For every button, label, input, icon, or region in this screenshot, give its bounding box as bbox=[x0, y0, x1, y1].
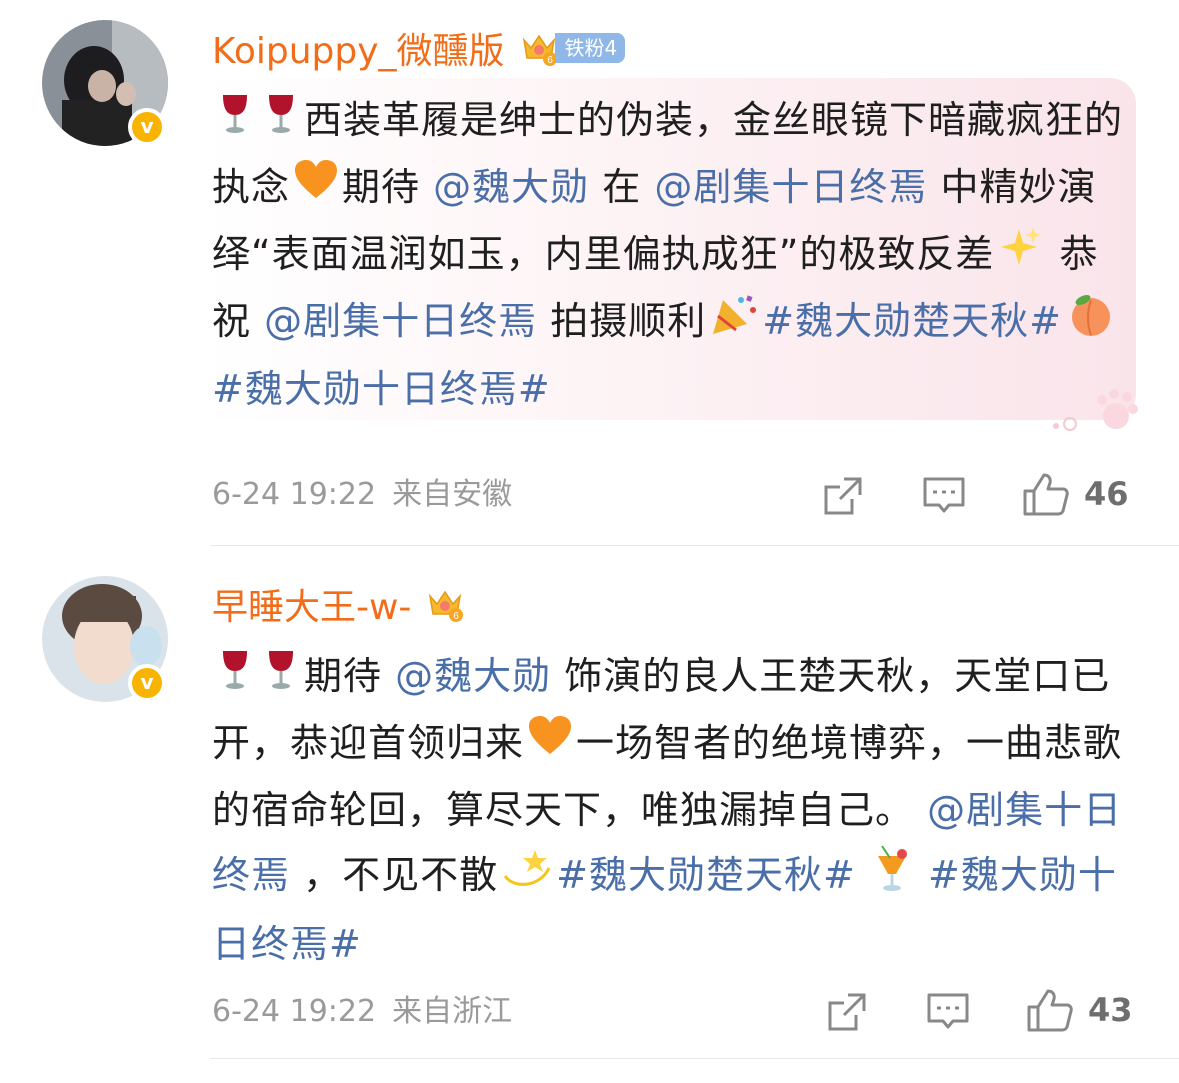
comment-date: 6-24 19:22 bbox=[212, 994, 377, 1029]
comment-meta: 6-24 19:22 来自安徽 bbox=[212, 475, 512, 515]
comment-text: 西装革履是绅士的伪装，金丝眼镜下暗藏疯狂的执念 期待 @魏大勋 在 @剧集十日终焉… bbox=[212, 88, 1132, 422]
like-icon bbox=[1027, 989, 1073, 1032]
mention-link[interactable]: @魏大勋 bbox=[395, 654, 551, 698]
verified-badge-icon: v bbox=[128, 664, 166, 702]
like-button[interactable]: 43 bbox=[1026, 988, 1133, 1032]
share-icon bbox=[824, 477, 862, 515]
verified-badge-icon: v bbox=[128, 108, 166, 146]
hashtag-link[interactable]: #魏大勋楚天秋# bbox=[556, 853, 856, 897]
like-count: 46 bbox=[1084, 475, 1129, 513]
share-button[interactable] bbox=[822, 474, 864, 518]
comment-button[interactable] bbox=[926, 990, 970, 1034]
divider bbox=[210, 1058, 1179, 1059]
comment-location: 来自安徽 bbox=[392, 477, 513, 512]
orange-heart-icon bbox=[293, 157, 339, 222]
username-row: 早睡大王-w- 6 bbox=[212, 578, 465, 630]
username-row: Koipuppy_微醺版 6 铁粉4 bbox=[212, 22, 626, 74]
crown-level: 6 bbox=[454, 611, 460, 622]
share-button[interactable] bbox=[826, 990, 868, 1034]
username[interactable]: 早睡大王-w- bbox=[212, 578, 411, 630]
dizzy-star-icon bbox=[501, 845, 553, 910]
wine-glass-icon bbox=[261, 646, 301, 711]
like-button[interactable]: 46 bbox=[1022, 472, 1129, 516]
wine-glass-icon bbox=[215, 90, 255, 155]
fan-badge: 铁粉4 bbox=[554, 33, 626, 63]
like-icon bbox=[1023, 473, 1069, 516]
comment-button[interactable] bbox=[922, 474, 966, 518]
orange-heart-icon bbox=[527, 713, 573, 778]
username[interactable]: Koipuppy_微醺版 bbox=[212, 22, 505, 74]
comment-icon bbox=[923, 477, 965, 513]
share-icon bbox=[828, 993, 866, 1031]
wine-glass-icon bbox=[215, 646, 255, 711]
comment-text: 期待 @魏大勋 饰演的良人王楚天秋，天堂口已开，恭迎首领归来 一场智者的绝境博弈，… bbox=[212, 644, 1132, 977]
crown-level: 6 bbox=[547, 55, 553, 66]
party-popper-icon bbox=[709, 291, 759, 356]
crown-icon: 6 bbox=[429, 590, 464, 622]
comment-meta: 6-24 19:22 来自浙江 bbox=[212, 992, 512, 1032]
peach-icon bbox=[1065, 291, 1117, 357]
mention-link[interactable]: @剧集十日终焉 bbox=[264, 299, 537, 343]
comment-date: 6-24 19:22 bbox=[212, 477, 377, 512]
hashtag-link[interactable]: #魏大勋楚天秋# bbox=[762, 299, 1062, 343]
comment-location: 来自浙江 bbox=[392, 994, 513, 1029]
mention-link[interactable]: @剧集十日终焉 bbox=[654, 165, 927, 209]
divider bbox=[210, 545, 1179, 546]
hashtag-link[interactable]: #魏大勋十日终焉# bbox=[212, 367, 551, 411]
mention-link[interactable]: @魏大勋 bbox=[433, 165, 589, 209]
like-count: 43 bbox=[1088, 991, 1133, 1029]
sparkles-icon bbox=[997, 224, 1043, 289]
comment-icon bbox=[927, 993, 969, 1029]
wine-glass-icon bbox=[261, 90, 301, 155]
tropical-drink-icon bbox=[872, 844, 912, 912]
crown-icon: 6 bbox=[522, 34, 557, 66]
